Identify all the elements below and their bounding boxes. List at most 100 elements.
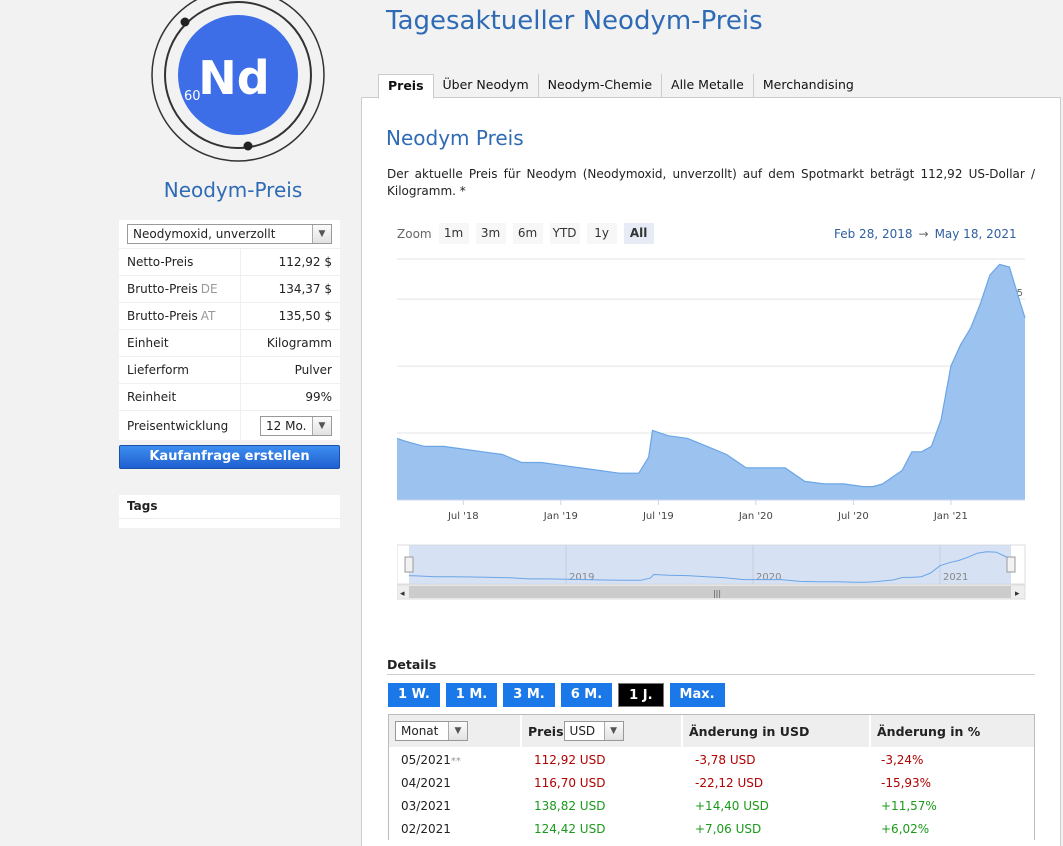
x-tick-label: Jul '18 [447,511,479,522]
trend-period-value: 12 Mo. [266,418,307,433]
date-to[interactable]: May 18, 2021 [935,227,1017,241]
change-usd-cell: +7,06 USD [695,821,762,836]
tab-merchandising[interactable]: Merchandising [754,74,863,98]
price-chart: 5075100125Jul '18Jan '19Jul '19Jan '20Ju… [397,258,1026,600]
tab-price[interactable]: Preis [378,74,434,99]
price-row-label: Preisentwicklung [127,418,229,433]
price-row-label: Brutto-Preis [127,282,198,296]
price-info-table: Neodymoxid, unverzollt ▼ Netto-Preis 112… [119,220,340,440]
date-range: Feb 28, 2018 → May 18, 2021 [834,227,1017,241]
price-row-value: 135,50 $ [278,309,332,323]
month-cell: 05/2021 [401,752,451,767]
zoom-all-button[interactable]: All [623,223,654,244]
period-1m-button[interactable]: 1 M. [445,683,498,707]
scrollbar-grip-icon: ||| [713,589,721,598]
scroll-left-arrow-icon[interactable]: ◂ [400,589,405,599]
atomic-number: 60 [184,89,201,104]
price-description: Der aktuelle Preis für Neodym (Neodymoxi… [387,167,1035,198]
chevron-down-icon: ▼ [312,416,331,435]
price-row-value: 112,92 $ [278,255,332,269]
price-area [397,264,1025,500]
change-pct-cell: -3,24% [881,752,924,767]
period-3m-button[interactable]: 3 M. [503,683,555,707]
change-usd-cell: +14,40 USD [695,798,769,813]
zoom-1m-button[interactable]: 1m [438,223,469,244]
tab-neodymium-chemistry[interactable]: Neodym-Chemie [539,74,663,98]
price-row-value: 99% [305,390,332,404]
period-6m-button[interactable]: 6 M. [560,683,613,707]
period-type-select[interactable]: Monat ▼ [395,721,468,741]
tab-bar: Preis Über Neodym Neodym-Chemie Alle Met… [378,74,863,99]
table-row: 02/2021 124,42 USD +7,06 USD +6,02% [389,817,1034,840]
tags-title: Tags [119,495,340,519]
price-row-purity: Reinheit 99% [119,383,340,410]
navigator-tick-label: 2020 [756,572,781,583]
chevron-down-icon: ▼ [312,225,331,243]
price-row-gross-at: Brutto-Preis AT 135,50 $ [119,302,340,329]
change-usd-cell: -3,78 USD [695,752,756,767]
scroll-right-arrow-icon[interactable]: ▸ [1015,589,1020,599]
sidebar-title: Neodym-Preis [163,178,303,202]
price-row-label: Netto-Preis [127,255,194,269]
x-tick-label: Jul '19 [642,511,674,522]
zoom-1y-button[interactable]: 1y [586,223,617,244]
chevron-down-icon: ▼ [603,722,623,740]
product-select[interactable]: Neodymoxid, unverzollt ▼ [127,224,332,244]
zoom-bar: Zoom 1m 3m 6m YTD 1y All [397,223,661,244]
tab-all-metals[interactable]: Alle Metalle [662,74,754,98]
footnote-mark: ** [450,755,461,767]
period-max-button[interactable]: Max. [669,683,725,707]
details-title: Details [387,657,437,672]
price-cell: 124,42 USD [534,821,606,836]
navigator-handle-right[interactable] [1006,556,1016,573]
country-code: AT [200,309,216,323]
neodymium-atom-logo: Nd 60 [151,0,325,162]
change-usd-header: Änderung in USD [683,715,871,747]
zoom-6m-button[interactable]: 6m [512,223,543,244]
price-row-unit: Einheit Kilogramm [119,329,340,356]
month-cell: 02/2021 [401,821,451,836]
price-row-trend: Preisentwicklung 12 Mo. ▼ [119,410,340,440]
period-type-value: Monat [401,724,439,738]
table-row: 04/2021 116,70 USD -22,12 USD -15,93% [389,771,1034,794]
price-row-value: 134,37 $ [278,282,332,296]
x-tick-label: Jan '19 [543,511,578,522]
price-cell: 116,70 USD [534,775,606,790]
navigator-scrollbar-thumb[interactable] [409,586,1011,598]
navigator-handle-left[interactable] [404,556,414,573]
price-row-value: Kilogramm [266,336,332,350]
period-1w-button[interactable]: 1 W. [388,683,440,707]
price-row-label: Brutto-Preis [127,309,198,323]
arrow-right-icon: → [918,227,929,241]
change-pct-cell: +6,02% [881,821,930,836]
x-tick-label: Jan '20 [738,511,773,522]
change-pct-cell: +11,57% [881,798,937,813]
price-header: Preis [528,723,564,739]
details-table-header: Monat ▼ Preis USD ▼ Änderung in USD Ände… [389,715,1034,748]
month-cell: 04/2021 [401,775,451,790]
change-pct-cell: -15,93% [881,775,932,790]
tab-about-neodymium[interactable]: Über Neodym [434,74,539,98]
date-from[interactable]: Feb 28, 2018 [834,227,913,241]
product-select-value: Neodymoxid, unverzollt [133,227,276,241]
element-symbol: Nd [198,51,269,105]
change-pct-header: Änderung in % [877,723,981,739]
navigator-tick-label: 2019 [569,572,594,583]
price-row-label: Lieferform [127,363,189,377]
tags-box: Tags [119,495,340,528]
page-title: Tagesaktueller Neodym-Preis [386,6,763,36]
zoom-3m-button[interactable]: 3m [475,223,506,244]
table-row: 03/2021 138,82 USD +14,40 USD +11,57% [389,794,1034,817]
table-row: 05/2021** 112,92 USD -3,78 USD -3,24% [389,748,1034,771]
price-row-label: Einheit [127,336,169,350]
price-row-net: Netto-Preis 112,92 $ [119,248,340,275]
currency-select[interactable]: USD ▼ [563,721,624,741]
navigator-selection [409,545,1011,584]
period-1y-button[interactable]: 1 J. [618,683,664,707]
section-title: Neodym Preis [386,126,524,150]
trend-period-select[interactable]: 12 Mo. ▼ [260,415,332,436]
purchase-request-button[interactable]: Kaufanfrage erstellen [119,445,340,469]
zoom-ytd-button[interactable]: YTD [549,223,580,244]
country-code: DE [200,282,218,296]
x-tick-label: Jan '21 [933,511,968,522]
